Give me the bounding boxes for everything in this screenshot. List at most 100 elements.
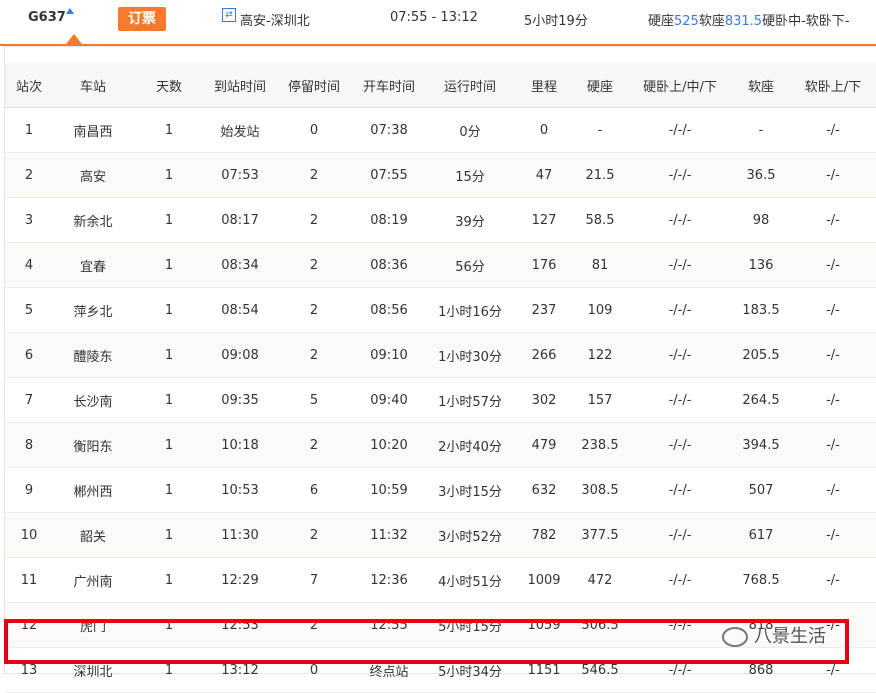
table-cell: 1小时16分 — [425, 287, 515, 333]
table-cell: -/-/- — [627, 287, 733, 333]
table-cell: 1059 — [515, 602, 573, 648]
table-cell: -/-/- — [627, 242, 733, 288]
table-row: 2 高安 1 07:53 2 07:55 15分 47 21.5 -/-/- 36.5 -/- — [5, 152, 876, 198]
column-header: 里程 — [515, 63, 573, 108]
column-header: 天数 — [133, 63, 205, 108]
table-cell: -/- — [789, 197, 876, 243]
table-cell: 终点站 — [353, 647, 425, 693]
table-cell: 205.5 — [733, 332, 789, 378]
column-header: 站次 — [5, 63, 53, 108]
table-cell: 1151 — [515, 647, 573, 693]
table-row: 6 醴陵东 1 09:08 2 09:10 1小时30分 266 122 -/-/- 205.5 -/… — [5, 332, 876, 378]
table-cell: 虎门 — [53, 602, 133, 648]
time-range: 07:55 - 13:12 — [390, 10, 478, 25]
table-cell: 8 — [5, 422, 53, 468]
table-cell: 122 — [573, 332, 627, 378]
table-cell: 1 — [133, 377, 205, 423]
table-cell: 衡阳东 — [53, 422, 133, 468]
table-cell: 郴州西 — [53, 467, 133, 513]
table-cell: 15分 — [425, 152, 515, 198]
table-cell: -/- — [789, 647, 876, 693]
table-cell: 0 — [275, 107, 353, 153]
table-cell: 506.5 — [573, 602, 627, 648]
train-number[interactable]: G637 — [28, 10, 66, 25]
table-cell: 868 — [733, 647, 789, 693]
table-cell: 1 — [133, 512, 205, 558]
watermark: 八景生活 — [722, 622, 826, 648]
watermark-text: 八景生活 — [754, 626, 826, 647]
table-cell: 09:10 — [353, 332, 425, 378]
table-cell: -/-/- — [627, 332, 733, 378]
table-cell: 266 — [515, 332, 573, 378]
table-cell: -/-/- — [627, 557, 733, 603]
table-cell: 深圳北 — [53, 647, 133, 693]
table-cell: 2 — [275, 152, 353, 198]
table-cell: 7 — [5, 377, 53, 423]
column-header: 车站 — [53, 63, 133, 108]
table-cell: -/- — [789, 422, 876, 468]
table-cell: - — [733, 107, 789, 153]
table-cell: 08:17 — [205, 197, 275, 243]
table-cell: 377.5 — [573, 512, 627, 558]
table-cell: 11 — [5, 557, 53, 603]
table-cell: -/-/- — [627, 602, 733, 648]
table-cell: 1 — [133, 242, 205, 288]
table-cell: -/- — [789, 467, 876, 513]
table-cell: 10:20 — [353, 422, 425, 468]
table-cell: 1 — [133, 467, 205, 513]
table-cell: 0 — [515, 107, 573, 153]
table-cell: 1 — [133, 152, 205, 198]
table-row: 4 宜春 1 08:34 2 08:36 56分 176 81 -/-/- 136 -/- — [5, 242, 876, 288]
table-cell: 12:53 — [205, 602, 275, 648]
price-label-soft-seat: 软座 — [698, 14, 725, 29]
table-cell: 5 — [5, 287, 53, 333]
table-cell: 0 — [275, 647, 353, 693]
table-cell: 11:32 — [353, 512, 425, 558]
route-icon: ⇄ — [222, 8, 236, 22]
table-cell: 546.5 — [573, 647, 627, 693]
table-cell: 2 — [275, 287, 353, 333]
book-ticket-button[interactable]: 订票 — [118, 7, 166, 31]
table-cell: 7 — [275, 557, 353, 603]
table-row: 1 南昌西 1 始发站 0 07:38 0分 0- -/-/- - -/- — [5, 107, 876, 153]
table-cell: 12:55 — [353, 602, 425, 648]
timetable-panel: 站次 车站 天数 到站时间 停留时间 开车时间 运行时间 里程 硬座 硬卧上/中/下 软座 软卧上/下… — [4, 46, 876, 693]
table-cell: 08:54 — [205, 287, 275, 333]
table-cell: 238.5 — [573, 422, 627, 468]
table-cell: 1 — [133, 557, 205, 603]
table-cell: 507 — [733, 467, 789, 513]
collapse-arrow-icon[interactable] — [66, 8, 74, 14]
table-cell: 9 — [5, 467, 53, 513]
table-cell: 宜春 — [53, 242, 133, 288]
table-cell: 56分 — [425, 242, 515, 288]
table-cell: 176 — [515, 242, 573, 288]
price-label-hard-seat: 硬座 — [648, 14, 675, 29]
table-cell: 5 — [275, 377, 353, 423]
table-cell: -/- — [789, 512, 876, 558]
pointer-caret-icon — [66, 34, 82, 44]
table-cell: 2 — [275, 602, 353, 648]
table-cell: 98 — [733, 197, 789, 243]
table-cell: 0分 — [425, 107, 515, 153]
column-header: 软座 — [733, 63, 789, 108]
table-cell: 21.5 — [573, 152, 627, 198]
table-cell: 2 — [275, 512, 353, 558]
table-cell: 1 — [133, 602, 205, 648]
table-cell: 768.5 — [733, 557, 789, 603]
table-cell: 58.5 — [573, 197, 627, 243]
table-cell: 2 — [275, 242, 353, 288]
table-cell: 1 — [5, 107, 53, 153]
table-cell: 1 — [133, 107, 205, 153]
table-cell: 新余北 — [53, 197, 133, 243]
table-row: 13 深圳北 1 13:12 0 终点站 5小时34分 1151 546.5 -/-/- 868 -/… — [5, 647, 876, 693]
table-cell: 09:08 — [205, 332, 275, 378]
table-header-row: 站次 车站 天数 到站时间 停留时间 开车时间 运行时间 里程 硬座 硬卧上/中/下 软座 软卧上/下 — [5, 63, 876, 108]
column-header: 运行时间 — [425, 63, 515, 108]
table-row: 11 广州南 1 12:29 7 12:36 4小时51分 1009 472 -/-/- 768.5… — [5, 557, 876, 603]
table-cell: -/-/- — [627, 152, 733, 198]
table-cell: 12:29 — [205, 557, 275, 603]
table-cell: 长沙南 — [53, 377, 133, 423]
table-row: 9 郴州西 1 10:53 6 10:59 3小时15分 632 308.5 -/-/- 507 -/… — [5, 467, 876, 513]
table-cell: 4 — [5, 242, 53, 288]
table-cell: 39分 — [425, 197, 515, 243]
